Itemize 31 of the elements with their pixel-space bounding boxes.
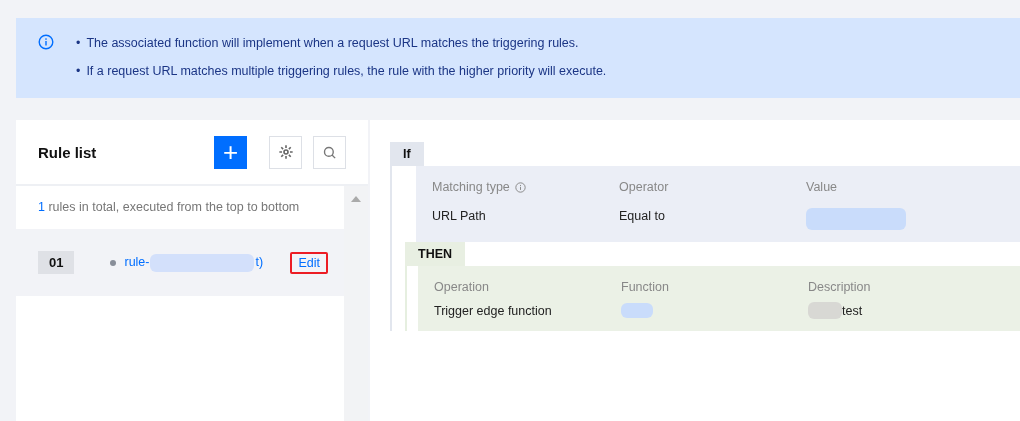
gear-icon — [277, 144, 294, 160]
field-value: Trigger edge function — [434, 303, 552, 318]
rule-index: 01 — [38, 251, 75, 274]
settings-button[interactable] — [269, 135, 302, 169]
field-value: test — [842, 303, 863, 318]
rule-item[interactable]: 01 rule- t) Edit — [16, 229, 344, 296]
bullet-mark: • — [76, 63, 81, 80]
column-header: Value — [806, 180, 838, 194]
notice-text: If a request URL matches multiple triggering rules, the rule with the higher priority will execute. — [86, 63, 607, 80]
column-header: Operator — [619, 180, 669, 194]
add-button[interactable]: + — [214, 135, 247, 169]
scrollbar[interactable] — [344, 186, 368, 421]
status-dot — [110, 259, 117, 266]
info-icon — [38, 34, 54, 50]
section-label: If — [390, 142, 424, 166]
notice-text: The associated function will implement when a request URL matches the triggering rules. — [86, 35, 579, 52]
column-header: Operation — [434, 280, 489, 294]
column-header: Description — [808, 280, 871, 294]
search-icon — [322, 144, 337, 160]
summary-text: 1 rules in total, executed from the top to bottom — [37, 199, 301, 216]
section-label: THEN — [405, 242, 466, 266]
edit-button[interactable]: Edit — [290, 251, 328, 274]
column-header: Matching type — [432, 180, 510, 194]
info-icon — [514, 181, 526, 193]
panel-title: Rule list — [38, 143, 98, 161]
field-value: Equal to — [619, 209, 665, 223]
column-header: Function — [621, 280, 669, 294]
field-value: URL Path — [432, 209, 486, 223]
scroll-up-icon[interactable] — [351, 196, 361, 202]
bullet-mark: • — [76, 35, 81, 52]
search-button[interactable] — [313, 135, 346, 169]
